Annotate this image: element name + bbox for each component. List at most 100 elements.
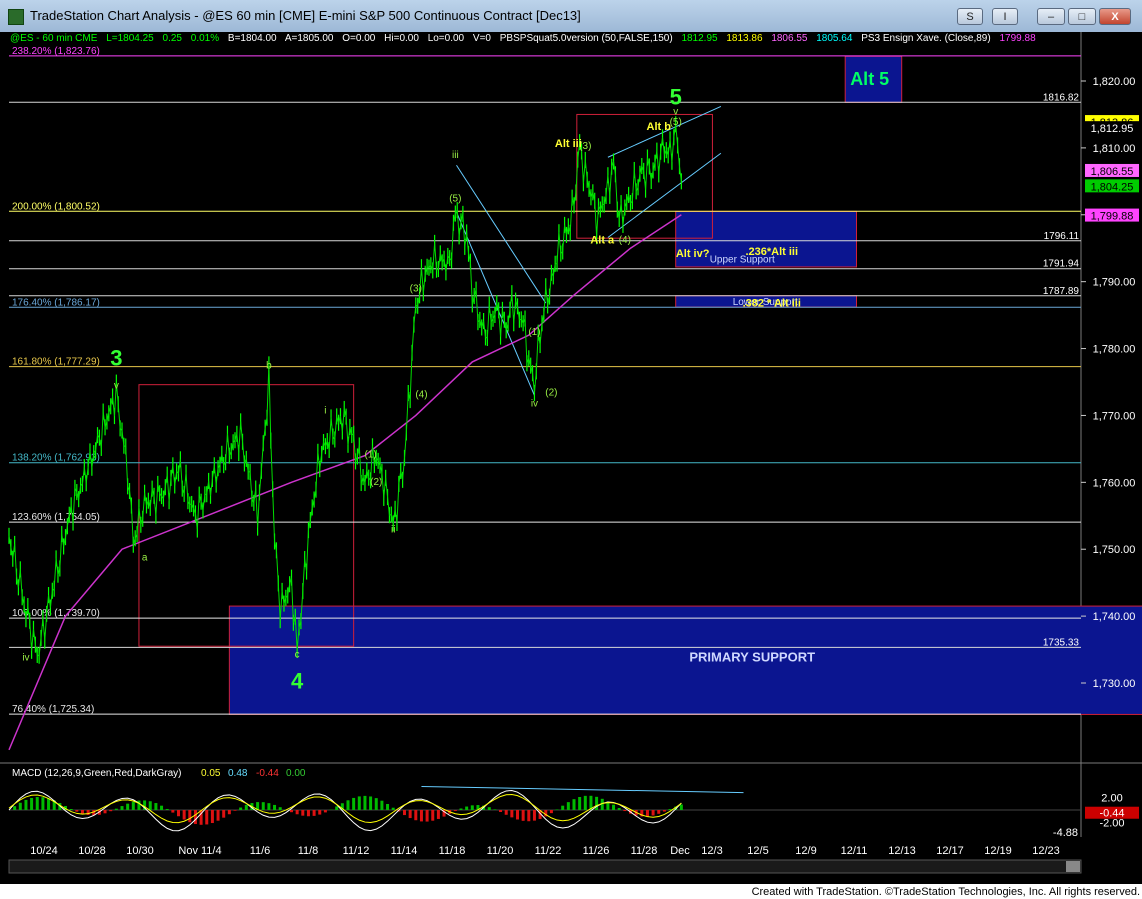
indicator-value-3: 1806.55 — [771, 33, 808, 44]
last-price: L=1804.25 — [106, 33, 154, 44]
wave-label: b — [266, 361, 272, 372]
price-axis-label: 1,760.00 — [1093, 477, 1136, 489]
wave-label: ii — [391, 525, 395, 536]
x-axis-label: Dec — [670, 845, 690, 857]
ensign-xave-value: 1799.88 — [999, 33, 1036, 44]
wave-label: (1) — [364, 450, 376, 461]
fib-level-label: 238.20% (1,823.76) — [12, 46, 100, 57]
window-title: TradeStation Chart Analysis - @ES 60 min… — [30, 8, 581, 23]
x-axis-label: 11/18 — [439, 845, 466, 857]
price-axis-label: 1,780.00 — [1093, 344, 1136, 356]
x-axis-label: 12/19 — [984, 845, 1012, 857]
zone-box — [228, 605, 1142, 715]
macd-zero-value: 0.00 — [286, 768, 306, 779]
price-axis-label: 1,740.00 — [1093, 611, 1136, 623]
symbol-label: @ES - 60 min CME — [10, 33, 98, 44]
wave-label: (5) — [449, 193, 461, 204]
copyright-status: Created with TradeStation. ©TradeStation… — [751, 886, 1140, 898]
x-axis-label: 12/17 — [936, 845, 964, 857]
price-level-label: 1787.89 — [1043, 286, 1080, 297]
price-level-label: 1735.33 — [1043, 637, 1080, 648]
price-axis-label: 1,770.00 — [1093, 410, 1136, 422]
x-axis-label: 11/22 — [535, 845, 562, 857]
x-axis-label: 11/14 — [391, 845, 418, 857]
x-axis-label: 11/20 — [487, 845, 514, 857]
close-button[interactable]: X — [1099, 8, 1131, 25]
app-window: TradeStation Chart Analysis - @ES 60 min… — [0, 0, 1142, 884]
wave-label: 3 — [110, 345, 122, 370]
wave-label: .382 * Alt iii — [743, 297, 801, 309]
x-axis-label: 11/8 — [298, 845, 319, 857]
fib-level-label: 123.60% (1,754.05) — [12, 512, 100, 523]
indicator-value-2: 1813.86 — [726, 33, 763, 44]
x-axis-label: 10/30 — [126, 845, 154, 857]
wave-label: (5) — [670, 117, 682, 128]
wave-label: iii — [452, 150, 459, 161]
price-level-label: 1796.11 — [1044, 231, 1080, 242]
wave-label: .236*Alt iii — [745, 246, 798, 258]
wave-label: (1) — [528, 327, 540, 338]
x-axis-label: 10/24 — [30, 845, 58, 857]
x-axis-label: 12/23 — [1032, 845, 1060, 857]
price-axis-label: 1,790.00 — [1093, 277, 1136, 289]
macd-axis-label: -2.00 — [1099, 817, 1124, 829]
ensign-xave-name: PS3 Ensign Xave. (Close,89) — [861, 33, 991, 44]
price-axis-panel — [1081, 32, 1142, 884]
minimize-button[interactable]: – — [1037, 8, 1065, 25]
open-price: O=0.00 — [342, 33, 376, 44]
s-menu-button[interactable]: S — [957, 8, 983, 25]
wave-label: Alt b — [647, 121, 672, 133]
x-axis-label: 11/26 — [583, 845, 610, 857]
wave-label: v — [114, 381, 119, 392]
wave-label: (2) — [370, 477, 382, 488]
wave-label: Alt a — [590, 235, 615, 247]
fib-level-label: 138.20% (1,762.93) — [12, 453, 100, 464]
x-axis-label: 12/11 — [841, 845, 868, 857]
x-axis-label: 12/5 — [747, 845, 768, 857]
wave-label: a — [142, 553, 148, 564]
wave-label: i — [324, 405, 326, 416]
wave-label: v — [673, 106, 678, 117]
volume: V=0 — [472, 33, 491, 44]
title-bar[interactable]: TradeStation Chart Analysis - @ES 60 min… — [0, 0, 1142, 33]
bid-price: B=1804.00 — [227, 33, 277, 44]
price-chart[interactable]: PRIMARY SUPPORTUpper SupportLower Suppor… — [0, 32, 1142, 884]
wave-label: 4 — [291, 668, 304, 693]
x-axis-label: Nov 11/4 — [178, 845, 221, 857]
maximize-button[interactable]: □ — [1068, 8, 1096, 25]
x-axis-label: 12/3 — [701, 845, 722, 857]
hi-price: Hi=0.00 — [384, 33, 419, 44]
wave-label: (4) — [619, 235, 631, 246]
x-axis-label: 10/28 — [78, 845, 106, 857]
zone-label-alt-5: Alt 5 — [850, 69, 889, 89]
wave-label: Alt iv? — [676, 248, 710, 260]
ask-price: A=1805.00 — [284, 33, 334, 44]
wave-label: (3) — [410, 284, 422, 295]
macd-axis-label: -4.88 — [1053, 827, 1078, 839]
fib-level-label: 161.80% (1,777.29) — [12, 357, 100, 368]
price-level-label: 1816.82 — [1043, 92, 1080, 103]
macd-diff-value: -0.44 — [256, 768, 279, 779]
i-menu-button[interactable]: I — [992, 8, 1018, 25]
price-level-label: 1791.94 — [1043, 259, 1080, 270]
net-change: 0.25 — [162, 33, 182, 44]
indicator-value-1: 1812.95 — [681, 33, 718, 44]
wave-label: (4) — [415, 389, 427, 400]
horizontal-scrollbar — [8, 859, 1082, 874]
pct-change: 0.01% — [190, 33, 220, 44]
price-axis-label: 1,810.00 — [1093, 143, 1136, 155]
fib-level-label: 176.40% (1,786.17) — [12, 297, 100, 308]
wave-label: iv — [22, 652, 29, 663]
macd-value: 0.05 — [201, 768, 221, 779]
scrollbar-thumb — [1066, 861, 1080, 872]
price-tag-label: 1,804.25 — [1091, 181, 1134, 193]
wave-label: Alt iii — [555, 138, 582, 150]
x-axis-label: 12/9 — [795, 845, 816, 857]
price-tag-label: 1,806.55 — [1091, 166, 1134, 178]
macd-title: MACD (12,26,9,Green,Red,DarkGray) — [12, 768, 182, 779]
x-axis-label: 11/6 — [250, 845, 271, 857]
x-axis-label: 11/12 — [343, 845, 370, 857]
symbol-info-bar: @ES - 60 min CME L=1804.25 0.25 0.01% B=… — [10, 33, 1042, 44]
indicator-value-4: 1805.64 — [816, 33, 853, 44]
wave-label: c — [295, 650, 300, 661]
